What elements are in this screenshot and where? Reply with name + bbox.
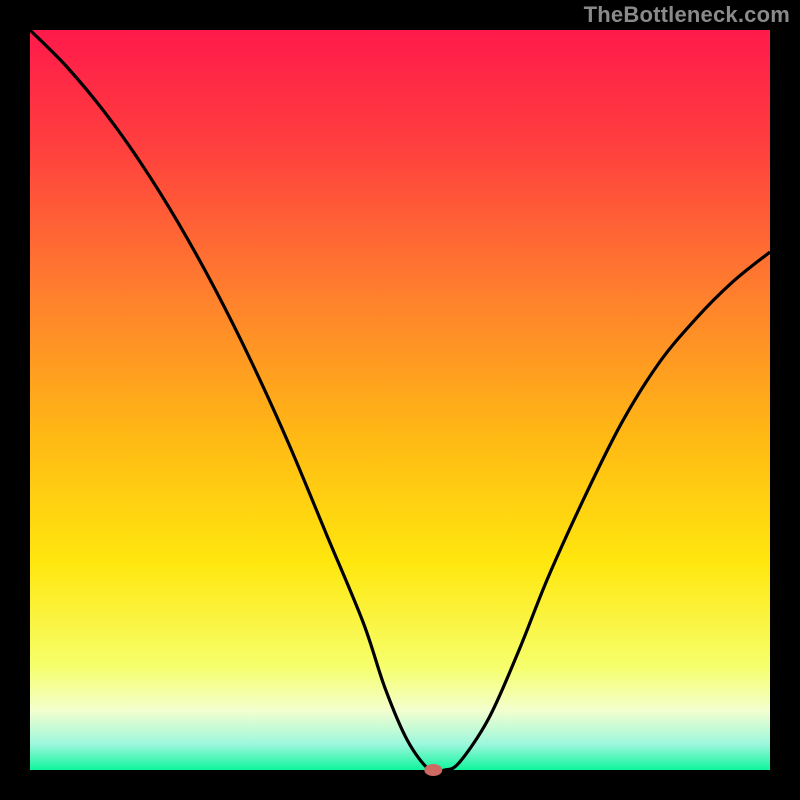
plot-background [30, 30, 770, 770]
optimal-point-marker [424, 764, 442, 776]
bottleneck-chart [0, 0, 800, 800]
watermark-text: TheBottleneck.com [584, 2, 790, 28]
chart-container: TheBottleneck.com [0, 0, 800, 800]
